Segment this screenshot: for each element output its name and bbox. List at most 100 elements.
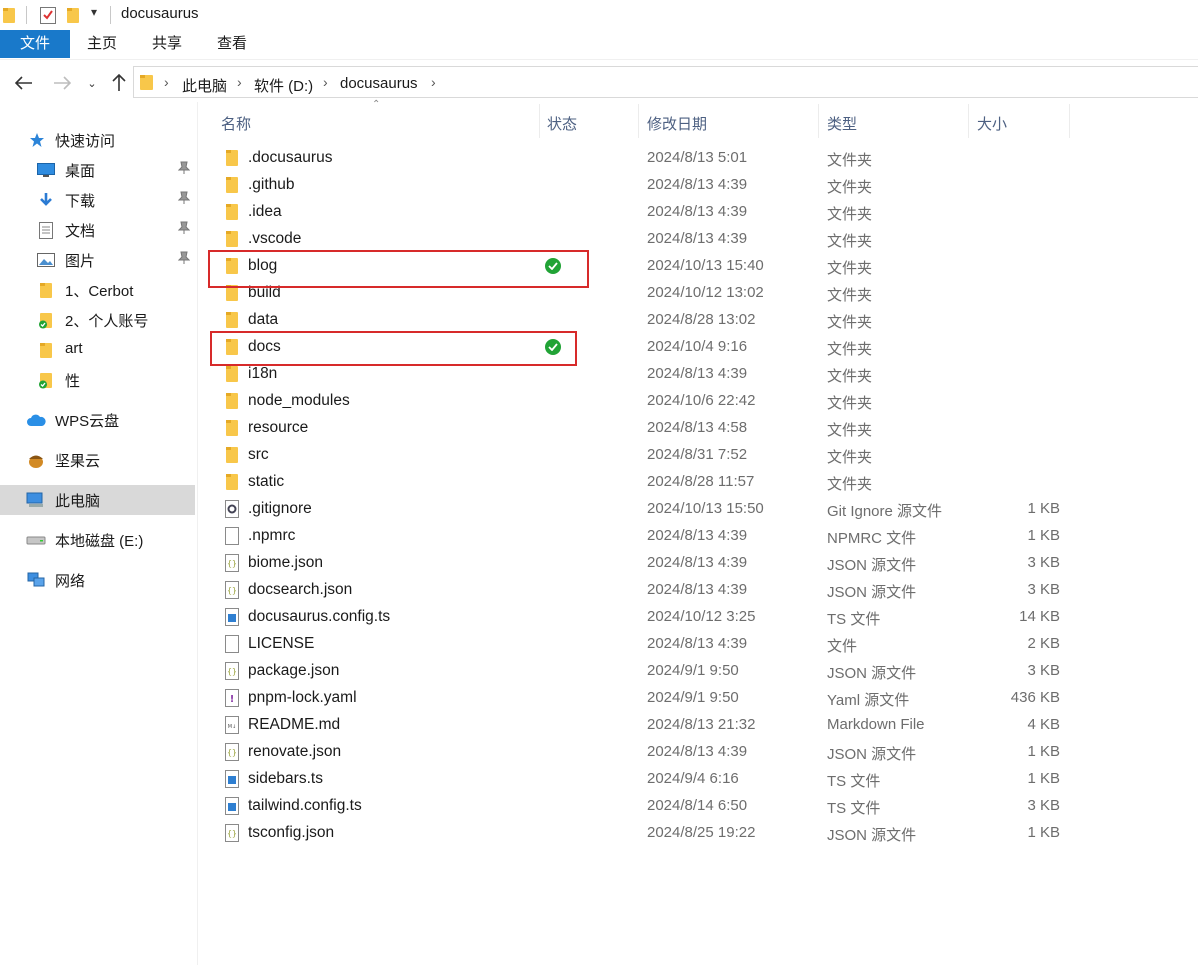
column-header-name[interactable]: 名称 <box>221 113 251 134</box>
sidebar-item[interactable]: 快速访问 <box>0 125 195 155</box>
file-date: 2024/8/13 4:39 <box>647 365 748 382</box>
file-row[interactable]: sidebars.ts 2024/9/4 6:16 TS 文件 1 KB <box>205 766 1075 793</box>
file-row[interactable]: data 2024/8/28 13:02 文件夹 <box>205 307 1075 334</box>
breadcrumb-drive-d[interactable]: 软件 (D:) <box>254 75 313 96</box>
column-divider[interactable] <box>539 104 540 138</box>
file-row[interactable]: .docusaurus 2024/8/13 5:01 文件夹 <box>205 145 1075 172</box>
sidebar-item[interactable]: art <box>0 335 195 365</box>
file-name: .vscode <box>248 230 302 247</box>
address-bar[interactable]: › 此电脑 › 软件 (D:) › docusaurus › <box>133 66 1198 98</box>
file-type: 文件夹 <box>827 152 873 169</box>
properties-checkbox-icon[interactable] <box>40 6 56 24</box>
sidebar-item[interactable]: 下载 <box>0 185 195 215</box>
desktop-icon <box>36 161 56 179</box>
folder-icon <box>225 419 241 438</box>
column-header-size[interactable]: 大小 <box>977 113 1007 134</box>
tab-view[interactable]: 查看 <box>208 30 256 58</box>
file-name: .idea <box>248 203 282 220</box>
file-type: 文件夹 <box>827 476 873 493</box>
file-type: TS 文件 <box>827 800 881 817</box>
sidebar-item-label: 文档 <box>65 223 96 240</box>
drive-icon <box>26 531 46 549</box>
json-file-icon: {} <box>225 743 241 762</box>
file-size: 2 KB <box>1027 635 1060 652</box>
breadcrumb-docusaurus[interactable]: docusaurus <box>340 75 418 92</box>
file-row[interactable]: {} renovate.json 2024/8/13 4:39 JSON 源文件 1 K… <box>205 739 1075 766</box>
sidebar-item[interactable]: 此电脑 <box>0 485 195 515</box>
sidebar-item[interactable]: 图片 <box>0 245 195 275</box>
file-row[interactable]: M↓ README.md 2024/8/13 21:32 Markdown File 4… <box>205 712 1075 739</box>
yaml-file-icon: ! <box>225 689 241 708</box>
sidebar-item[interactable]: 本地磁盘 (E:) <box>0 525 195 555</box>
forward-button[interactable] <box>49 70 75 96</box>
picture-icon <box>36 251 56 269</box>
sidebar-item-label: 本地磁盘 (E:) <box>55 533 144 550</box>
back-button[interactable] <box>11 70 37 96</box>
sidebar-item[interactable]: 1、Cerbot <box>0 275 195 305</box>
folder-sync-icon <box>36 371 56 389</box>
file-date: 2024/8/14 6:50 <box>647 797 748 814</box>
file-type: 文件夹 <box>827 314 873 331</box>
svg-text:{}: {} <box>227 748 237 757</box>
highlight-box-docs <box>210 331 577 366</box>
file-row[interactable]: {} tsconfig.json 2024/8/25 19:22 JSON 源文件 1 … <box>205 820 1075 847</box>
file-type: 文件夹 <box>827 233 873 250</box>
file-row[interactable]: .idea 2024/8/13 4:39 文件夹 <box>205 199 1075 226</box>
recent-locations-button[interactable]: ⌄ <box>82 70 102 96</box>
tab-file[interactable]: 文件 <box>0 30 70 58</box>
column-header-date[interactable]: 修改日期 <box>647 113 707 134</box>
file-row[interactable]: .gitignore 2024/10/13 15:50 Git Ignore 源文件… <box>205 496 1075 523</box>
folder-icon <box>36 341 56 359</box>
file-row[interactable]: src 2024/8/31 7:52 文件夹 <box>205 442 1075 469</box>
file-row[interactable]: docusaurus.config.ts 2024/10/12 3:25 TS 文件… <box>205 604 1075 631</box>
pin-icon <box>177 221 191 238</box>
column-divider[interactable] <box>638 104 639 138</box>
file-date: 2024/10/6 22:42 <box>647 392 756 409</box>
file-date: 2024/8/13 4:39 <box>647 743 748 760</box>
sidebar-item[interactable]: 文档 <box>0 215 195 245</box>
file-name: README.md <box>248 716 341 733</box>
file-row[interactable]: static 2024/8/28 11:57 文件夹 <box>205 469 1075 496</box>
file-row[interactable]: {} biome.json 2024/8/13 4:39 JSON 源文件 3 KB <box>205 550 1075 577</box>
sidebar-item[interactable]: WPS云盘 <box>0 405 195 435</box>
cloud-icon <box>26 411 46 429</box>
file-row[interactable]: resource 2024/8/13 4:58 文件夹 <box>205 415 1075 442</box>
file-date: 2024/10/12 13:02 <box>647 284 764 301</box>
tab-share[interactable]: 共享 <box>143 30 191 58</box>
svg-text:{}: {} <box>227 586 237 595</box>
sidebar-item[interactable]: 坚果云 <box>0 445 195 475</box>
sidebar-item[interactable]: 桌面 <box>0 155 195 185</box>
column-divider[interactable] <box>968 104 969 138</box>
new-folder-icon[interactable] <box>67 7 79 23</box>
column-header-type[interactable]: 类型 <box>827 113 857 134</box>
file-row[interactable]: tailwind.config.ts 2024/8/14 6:50 TS 文件 3 K… <box>205 793 1075 820</box>
file-name: i18n <box>248 365 278 382</box>
folder-icon <box>225 149 241 168</box>
file-row[interactable]: {} package.json 2024/9/1 9:50 JSON 源文件 3 KB <box>205 658 1075 685</box>
tab-home[interactable]: 主页 <box>78 30 126 58</box>
file-row[interactable]: {} docsearch.json 2024/8/13 4:39 JSON 源文件 3 … <box>205 577 1075 604</box>
sidebar-item[interactable]: 2、个人账号 <box>0 305 195 335</box>
file-row[interactable]: ! pnpm-lock.yaml 2024/9/1 9:50 Yaml 源文件 436 … <box>205 685 1075 712</box>
column-header-status[interactable]: 状态 <box>547 113 577 134</box>
file-row[interactable]: .github 2024/8/13 4:39 文件夹 <box>205 172 1075 199</box>
sidebar-item[interactable]: 性 <box>0 365 195 395</box>
customize-toolbar-dropdown-icon[interactable]: ▾ <box>91 5 97 19</box>
column-divider[interactable] <box>818 104 819 138</box>
sort-ascending-icon: ⌃ <box>372 99 381 110</box>
file-row[interactable]: node_modules 2024/10/6 22:42 文件夹 <box>205 388 1075 415</box>
file-type: NPMRC 文件 <box>827 530 917 547</box>
chevron-down-icon: ⌄ <box>87 77 97 90</box>
file-type: JSON 源文件 <box>827 665 917 682</box>
up-button[interactable] <box>106 70 132 96</box>
column-divider[interactable] <box>1069 104 1070 138</box>
file-row[interactable]: .npmrc 2024/8/13 4:39 NPMRC 文件 1 KB <box>205 523 1075 550</box>
forward-arrow-icon <box>54 76 71 90</box>
file-row[interactable]: LICENSE 2024/8/13 4:39 文件 2 KB <box>205 631 1075 658</box>
pin-icon <box>177 251 191 268</box>
breadcrumb-this-pc[interactable]: 此电脑 <box>182 75 227 96</box>
sidebar-item[interactable]: 网络 <box>0 565 195 595</box>
sidebar-item-label: 1、Cerbot <box>65 283 134 300</box>
file-row[interactable]: .vscode 2024/8/13 4:39 文件夹 <box>205 226 1075 253</box>
file-name: .github <box>248 176 295 193</box>
